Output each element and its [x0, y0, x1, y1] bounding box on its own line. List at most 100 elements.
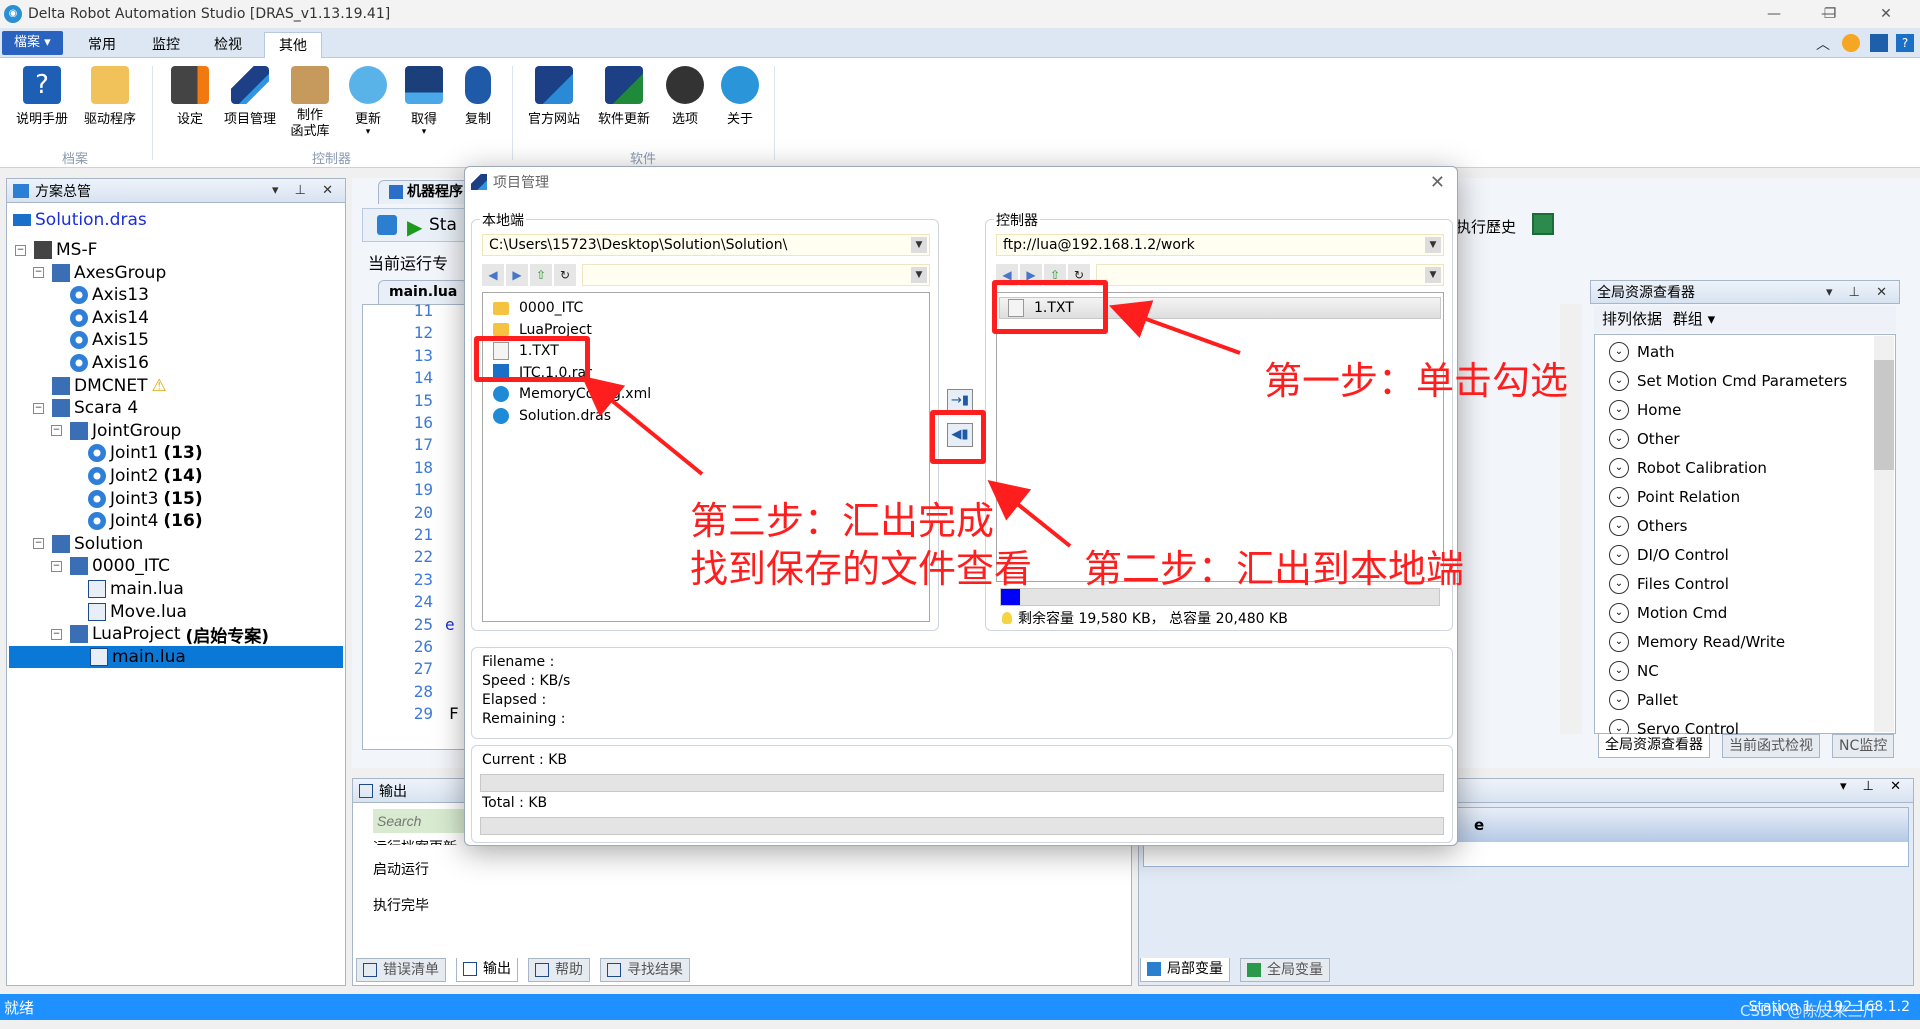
expand-toggle-icon[interactable]: − — [15, 244, 26, 256]
update-button[interactable]: 更新 ▾ — [338, 66, 398, 137]
resource-group-item[interactable]: ⌄ Math — [1609, 341, 1675, 363]
back-icon[interactable]: ◀ — [482, 264, 504, 286]
tab-output-1[interactable]: 输出 — [456, 958, 518, 982]
start-icon[interactable]: ▶ — [407, 215, 422, 239]
about-button[interactable]: 关于 — [710, 66, 770, 127]
driver-button[interactable]: 驱动程序 — [80, 66, 140, 127]
file-item[interactable]: Solution.dras — [493, 405, 611, 427]
tree-item-main-lua[interactable]: main.lua — [9, 645, 343, 668]
expand-toggle-icon[interactable]: − — [33, 267, 44, 279]
tree-item-axis15[interactable]: Axis15 — [51, 329, 149, 351]
restore-button[interactable]: ❐ — [1802, 0, 1858, 28]
tab-resource-2[interactable]: NC监控 — [1832, 734, 1895, 758]
minimize-button[interactable]: — — [1746, 0, 1802, 28]
up-folder-icon[interactable]: ⇧ — [530, 264, 552, 286]
tree-item-axis14[interactable]: Axis14 — [51, 307, 149, 329]
local-path-combo[interactable]: C:\Users\15723\Desktop\Solution\Solution… — [482, 234, 930, 256]
resource-group-item[interactable]: ⌄ Pallet — [1609, 689, 1678, 711]
forward-icon[interactable]: ▶ — [506, 264, 528, 286]
tab-variables-0[interactable]: 局部变量 — [1140, 958, 1230, 982]
close-window-button[interactable]: ✕ — [1858, 0, 1914, 28]
expand-toggle-icon[interactable]: − — [51, 560, 62, 572]
file-item[interactable]: MemoryConfig.xml — [493, 383, 651, 405]
help-icon[interactable]: ? — [1896, 34, 1914, 52]
panel-controls[interactable]: ▾ ⊥ ✕ — [272, 183, 339, 198]
tree-item-luaproject[interactable]: − LuaProject (启始专案) — [51, 623, 269, 647]
tab-common[interactable]: 常用 — [74, 32, 130, 58]
resource-group-item[interactable]: ⌄ NC — [1609, 660, 1659, 682]
resource-group-item[interactable]: ⌄ Other — [1609, 428, 1680, 450]
tab-view[interactable]: 检视 — [200, 32, 256, 58]
tab-resource-1[interactable]: 当前函式检视 — [1722, 734, 1820, 758]
manual-button[interactable]: ? 说明手册 — [12, 66, 72, 127]
resource-group-item[interactable]: ⌄ Point Relation — [1609, 486, 1740, 508]
history-list-icon[interactable] — [1532, 213, 1554, 235]
settings-button[interactable]: 设定 — [160, 66, 220, 127]
tree-item-scara-4[interactable]: − Scara 4 — [33, 397, 138, 419]
copy-button[interactable]: 复制 — [448, 66, 508, 127]
software-update-button[interactable]: 软件更新 — [594, 66, 654, 127]
tree-item-axis13[interactable]: Axis13 — [51, 284, 149, 306]
resource-group-item[interactable]: ⌄ Memory Read/Write — [1609, 631, 1785, 653]
expand-circle-icon[interactable]: ⌄ — [1609, 574, 1629, 594]
make-library-button[interactable]: 制作 函式库 — [280, 66, 340, 140]
expand-toggle-icon[interactable]: − — [51, 628, 62, 640]
chevron-down-icon[interactable]: ▼ — [1425, 267, 1441, 283]
retrieve-dropdown-icon[interactable]: ▾ — [394, 127, 454, 137]
expand-circle-icon[interactable]: ⌄ — [1609, 371, 1629, 391]
scrollbar-thumb[interactable] — [1874, 360, 1894, 470]
tree-item-joint2[interactable]: Joint2 (14) — [69, 465, 203, 487]
output-search-input[interactable] — [373, 809, 473, 833]
tab-machine-program[interactable]: 机器程序 — [378, 180, 474, 204]
tab-monitor[interactable]: 监控 — [138, 32, 194, 58]
expand-toggle-icon[interactable]: − — [51, 425, 62, 437]
expand-circle-icon[interactable]: ⌄ — [1609, 603, 1629, 623]
tree-item-dmcnet[interactable]: DMCNET ⚠ — [33, 375, 167, 397]
tree-item-jointgroup[interactable]: − JointGroup — [51, 420, 181, 442]
resource-group-item[interactable]: ⌄ DI/O Control — [1609, 544, 1729, 566]
expand-circle-icon[interactable]: ⌄ — [1609, 487, 1629, 507]
expand-circle-icon[interactable]: ⌄ — [1609, 400, 1629, 420]
tab-other[interactable]: 其他 — [264, 32, 322, 58]
tab-output-3[interactable]: 寻找结果 — [600, 958, 690, 982]
tree-item-axesgroup[interactable]: − AxesGroup — [33, 262, 166, 284]
retrieve-button[interactable]: 取得 ▾ — [394, 66, 454, 137]
panel-controls[interactable]: ▾ ⊥ ✕ — [1826, 285, 1893, 300]
expand-circle-icon[interactable]: ⌄ — [1609, 429, 1629, 449]
options-button[interactable]: 选项 — [655, 66, 715, 127]
compile-hammer-icon[interactable] — [377, 215, 397, 235]
expand-circle-icon[interactable]: ⌄ — [1609, 632, 1629, 652]
resource-group-item[interactable]: ⌄ Files Control — [1609, 573, 1729, 595]
dialog-close-button[interactable]: ✕ — [1430, 172, 1445, 193]
tree-item-joint4[interactable]: Joint4 (16) — [69, 510, 203, 532]
refresh-icon[interactable]: ↻ — [554, 264, 576, 286]
tree-item-0000-itc[interactable]: − 0000_ITC — [51, 555, 170, 577]
resource-group-item[interactable]: ⌄ Home — [1609, 399, 1681, 421]
file-item[interactable]: 0000_ITC — [493, 297, 583, 319]
tree-item-ms-f[interactable]: − MS-F — [15, 239, 97, 261]
collapse-ribbon-icon[interactable]: ︿ — [1814, 34, 1832, 53]
expand-circle-icon[interactable]: ⌄ — [1609, 661, 1629, 681]
tree-item-main-lua[interactable]: main.lua — [69, 578, 184, 600]
controller-path-combo[interactable]: ftp://lua@192.168.1.2/work ▼ — [996, 234, 1444, 256]
update-dropdown-icon[interactable]: ▾ — [338, 127, 398, 137]
chevron-down-icon[interactable]: ▼ — [1425, 237, 1441, 253]
project-management-button[interactable]: 项目管理 — [220, 66, 280, 127]
tree-item-move-lua[interactable]: Move.lua — [69, 601, 187, 623]
resource-group-item[interactable]: ⌄ Motion Cmd — [1609, 602, 1727, 624]
file-menu-button[interactable]: 檔案 ▾ — [2, 31, 63, 55]
tab-resource-0[interactable]: 全局资源查看器 — [1598, 734, 1710, 758]
sort-group-dropdown[interactable]: 群组 ▾ — [1673, 310, 1715, 328]
local-filter-combo[interactable]: ▼ — [582, 264, 930, 286]
start-button-label[interactable]: Sta — [429, 215, 457, 235]
tree-item-solution[interactable]: − Solution — [33, 533, 143, 555]
resource-scrollbar[interactable] — [1874, 336, 1894, 732]
tab-output-0[interactable]: 错误清单 — [356, 958, 446, 982]
expand-toggle-icon[interactable]: − — [33, 402, 44, 414]
tab-variables-1[interactable]: 全局变量 — [1240, 958, 1330, 982]
tree-item-joint1[interactable]: Joint1 (13) — [69, 442, 203, 464]
resource-group-item[interactable]: ⌄ Others — [1609, 515, 1687, 537]
expand-circle-icon[interactable]: ⌄ — [1609, 458, 1629, 478]
resource-group-item[interactable]: ⌄ Set Motion Cmd Parameters — [1609, 370, 1847, 392]
expand-circle-icon[interactable]: ⌄ — [1609, 545, 1629, 565]
